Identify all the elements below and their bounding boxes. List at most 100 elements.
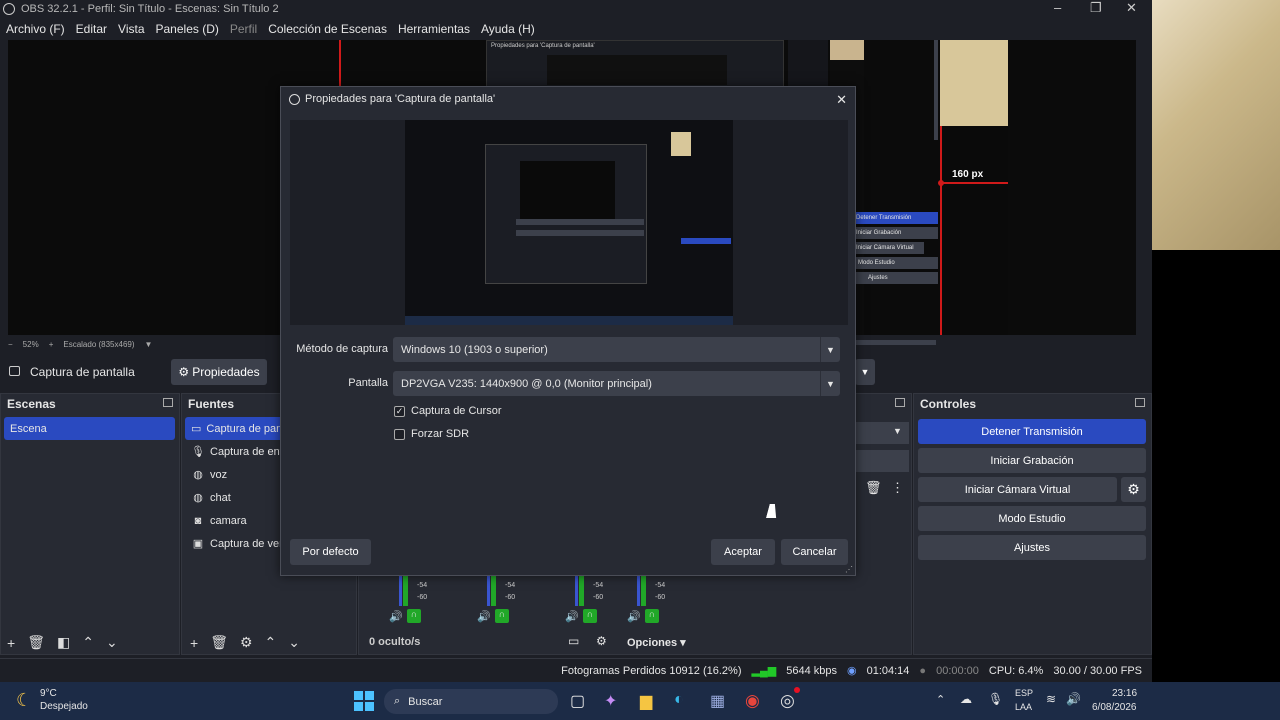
lang-top[interactable]: ESP xyxy=(1015,688,1033,698)
resize-grip-icon[interactable]: ⋰ xyxy=(845,565,853,574)
more-icon[interactable]: ⋮ xyxy=(891,480,904,496)
properties-button[interactable]: ⚙ Propiedades xyxy=(171,359,267,385)
capture-cursor-checkbox[interactable]: ✓ Captura de Cursor xyxy=(394,405,502,417)
menu-ayuda[interactable]: Ayuda (H) xyxy=(481,22,535,36)
transition-dropdown[interactable]: ▼ xyxy=(855,359,875,385)
menu-vista[interactable]: Vista xyxy=(118,22,144,36)
red-measure-handle[interactable] xyxy=(938,180,944,186)
source-item-0[interactable]: ▭ Captura de pan xyxy=(185,417,285,440)
search-icon: ⌕ xyxy=(394,695,401,707)
chevron-down-icon[interactable]: ▼ xyxy=(893,426,902,436)
scene-item-escena[interactable]: Escena xyxy=(4,417,175,440)
display-select[interactable]: DP2VGA V235: 1440x900 @ 0,0 (Monitor pri… xyxy=(393,371,840,396)
defaults-button[interactable]: Por defecto xyxy=(290,539,371,565)
wifi-icon[interactable]: ≋ xyxy=(1046,692,1056,706)
restore-icon[interactable]: ❐ xyxy=(1090,0,1102,16)
close-icon[interactable]: ✕ xyxy=(1126,0,1137,16)
stream-time: 01:04:14 xyxy=(866,664,910,677)
microphone-icon[interactable]: 🎙 xyxy=(988,692,1003,706)
red-measure-line xyxy=(940,182,1008,184)
capture-method-select[interactable]: Windows 10 (1903 o superior) ▼ xyxy=(393,337,840,362)
task-view-icon[interactable]: ▢ xyxy=(570,691,585,711)
duration-spin[interactable] xyxy=(853,450,909,472)
globe-icon: ◍ xyxy=(193,492,203,504)
minimize-icon[interactable]: – xyxy=(1054,0,1061,15)
db-label: -54 xyxy=(505,582,516,589)
virtual-camera-settings-button[interactable]: ⚙ xyxy=(1121,477,1146,502)
file-explorer-icon[interactable]: ▆ xyxy=(640,691,652,711)
chevron-up-icon[interactable]: ⌃ xyxy=(936,693,945,706)
gear-icon[interactable]: ⚙ xyxy=(596,634,607,648)
move-up-icon[interactable]: ⌃ xyxy=(265,634,277,651)
filters-icon[interactable]: ◧ xyxy=(57,634,70,651)
add-scene-icon[interactable]: + xyxy=(7,635,15,651)
options-button[interactable]: Opciones ▾ xyxy=(627,636,686,649)
lang-bottom[interactable]: LAA xyxy=(1015,702,1032,712)
headphones-icon[interactable]: ∩ xyxy=(407,609,421,623)
trash-icon[interactable]: 🗑 xyxy=(865,480,882,496)
menu-paneles[interactable]: Paneles (D) xyxy=(156,22,219,36)
zoom-out-button[interactable]: − xyxy=(8,340,13,349)
search-box[interactable]: ⌕ Buscar xyxy=(384,689,558,714)
monitor-icon: ▭ xyxy=(191,423,202,435)
clock-date[interactable]: 6/08/2026 xyxy=(1092,702,1137,713)
preview-scrollbar[interactable] xyxy=(1136,40,1152,335)
move-down-icon[interactable]: ⌄ xyxy=(288,634,300,651)
menu-editar[interactable]: Editar xyxy=(76,22,107,36)
add-source-icon[interactable]: + xyxy=(190,635,198,651)
start-virtual-camera-button[interactable]: Iniciar Cámara Virtual xyxy=(918,477,1117,502)
checkbox-box[interactable] xyxy=(394,428,405,440)
undock-icon[interactable] xyxy=(895,398,905,407)
dialog-title: Propiedades para 'Captura de pantalla' xyxy=(305,93,496,105)
studio-mode-button[interactable]: Modo Estudio xyxy=(918,506,1146,531)
undock-icon[interactable] xyxy=(163,398,173,407)
check-icon[interactable]: ✓ xyxy=(394,405,405,417)
trash-icon[interactable]: 🗑 xyxy=(210,634,228,651)
layout-icon[interactable]: ▭ xyxy=(568,634,579,648)
speaker-icon[interactable]: 🔊 xyxy=(389,610,403,623)
store-icon[interactable]: ▦ xyxy=(710,691,725,711)
undock-icon[interactable] xyxy=(1135,398,1145,407)
windows-start-icon[interactable] xyxy=(354,691,374,711)
meter-bar xyxy=(575,576,578,606)
volume-icon[interactable]: 🔊 xyxy=(1066,692,1081,706)
stop-stream-button[interactable]: Detener Transmisión xyxy=(918,419,1146,444)
zoom-in-button[interactable]: + xyxy=(49,340,54,349)
moon-icon[interactable]: ☾ xyxy=(16,690,32,711)
headphones-icon[interactable]: ∩ xyxy=(495,609,509,623)
menu-herramientas[interactable]: Herramientas xyxy=(398,22,470,36)
scale-dropdown-icon[interactable]: ▼ xyxy=(145,340,153,349)
close-icon[interactable]: ✕ xyxy=(836,92,847,108)
menu-coleccion[interactable]: Colección de Escenas xyxy=(268,22,387,36)
signal-icon: ▂▄▆ xyxy=(751,665,777,677)
db-label: -54 xyxy=(593,582,604,589)
speaker-icon[interactable]: 🔊 xyxy=(627,610,641,623)
source-label: camara xyxy=(210,514,247,527)
gear-icon[interactable]: ⚙ xyxy=(240,634,253,651)
move-down-icon[interactable]: ⌄ xyxy=(106,634,118,651)
move-up-icon[interactable]: ⌃ xyxy=(82,634,94,651)
chrome-icon[interactable]: ◉ xyxy=(745,691,760,711)
speaker-icon[interactable]: 🔊 xyxy=(565,610,579,623)
headphones-icon[interactable]: ∩ xyxy=(583,609,597,623)
copilot-icon[interactable]: ✦ xyxy=(604,691,617,711)
hidden-count: 0 oculto/s xyxy=(369,636,421,648)
accept-button[interactable]: Aceptar xyxy=(711,539,775,565)
clock-time[interactable]: 23:16 xyxy=(1112,688,1137,699)
cloud-icon[interactable]: ☁ xyxy=(960,692,972,706)
headphones-icon[interactable]: ∩ xyxy=(645,609,659,623)
start-recording-button[interactable]: Iniciar Grabación xyxy=(918,448,1146,473)
display-value: DP2VGA V235: 1440x900 @ 0,0 (Monitor pri… xyxy=(401,377,652,390)
cancel-button[interactable]: Cancelar xyxy=(781,539,848,565)
speaker-icon[interactable]: 🔊 xyxy=(477,610,491,623)
trash-icon[interactable]: 🗑 xyxy=(27,634,45,651)
edge-icon[interactable]: ◐ xyxy=(674,691,684,709)
meter-bar xyxy=(579,576,584,606)
camera-icon: ◙ xyxy=(194,514,202,527)
menu-perfil[interactable]: Perfil xyxy=(230,22,257,36)
settings-button[interactable]: Ajustes xyxy=(918,535,1146,560)
force-sdr-checkbox[interactable]: Forzar SDR xyxy=(394,428,469,440)
meter-bar xyxy=(399,576,402,606)
menu-archivo[interactable]: Archivo (F) xyxy=(6,22,65,36)
obs-taskbar-icon[interactable]: ◎ xyxy=(780,691,795,711)
